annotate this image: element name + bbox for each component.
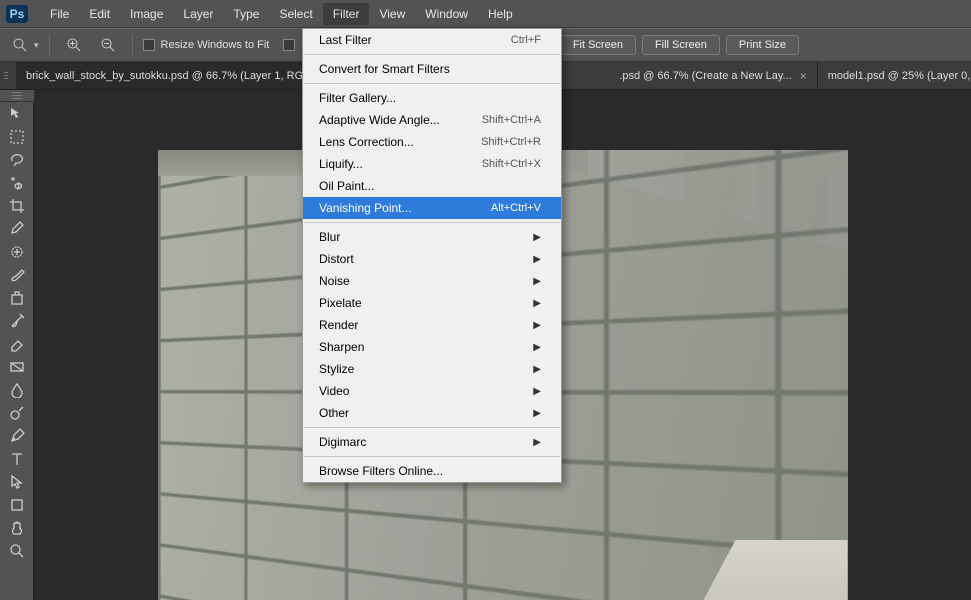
- app-logo: Ps: [6, 5, 28, 23]
- tab-title: model1.psd @ 25% (Layer 0, RGB/...: [828, 70, 971, 82]
- submenu-arrow-icon: ▶: [533, 298, 541, 309]
- menu-item-convert-for-smart-filters[interactable]: Convert for Smart Filters: [303, 58, 561, 80]
- tools-grip-icon: [0, 90, 34, 102]
- tool-dodge[interactable]: [3, 402, 31, 424]
- zoom-tool-indicator-icon: [6, 34, 34, 56]
- menu-edit[interactable]: Edit: [79, 3, 120, 25]
- menu-item-vanishing-point[interactable]: Vanishing Point...Alt+Ctrl+V: [303, 197, 561, 219]
- submenu-arrow-icon: ▶: [533, 320, 541, 331]
- menu-item-other[interactable]: Other▶: [303, 402, 561, 424]
- menu-layer[interactable]: Layer: [173, 3, 223, 25]
- menu-item-digimarc[interactable]: Digimarc▶: [303, 431, 561, 453]
- menu-separator: [304, 54, 560, 55]
- submenu-arrow-icon: ▶: [533, 276, 541, 287]
- menu-view[interactable]: View: [369, 3, 415, 25]
- menu-image[interactable]: Image: [120, 3, 173, 25]
- submenu-arrow-icon: ▶: [533, 364, 541, 375]
- tool-shape[interactable]: [3, 494, 31, 516]
- tools-panel: [0, 90, 34, 600]
- menu-separator: [304, 456, 560, 457]
- tool-clone[interactable]: [3, 287, 31, 309]
- submenu-arrow-icon: ▶: [533, 342, 541, 353]
- menu-item-distort[interactable]: Distort▶: [303, 248, 561, 270]
- menu-type[interactable]: Type: [223, 3, 269, 25]
- tool-brush[interactable]: [3, 264, 31, 286]
- menu-item-pixelate[interactable]: Pixelate▶: [303, 292, 561, 314]
- tab-grip-icon: [4, 62, 8, 89]
- menu-item-oil-paint[interactable]: Oil Paint...: [303, 175, 561, 197]
- tool-eyedropper[interactable]: [3, 218, 31, 240]
- menu-separator: [304, 222, 560, 223]
- tool-hand[interactable]: [3, 517, 31, 539]
- tool-gradient[interactable]: [3, 356, 31, 378]
- document-tab[interactable]: model1.psd @ 25% (Layer 0, RGB/...×: [818, 62, 971, 89]
- tool-type[interactable]: [3, 448, 31, 470]
- tool-lasso[interactable]: [3, 149, 31, 171]
- document-tab[interactable]: brick_wall_stock_by_sutokku.psd @ 66.7% …: [16, 62, 349, 89]
- menu-item-blur[interactable]: Blur▶: [303, 226, 561, 248]
- tool-move[interactable]: [3, 103, 31, 125]
- menu-item-noise[interactable]: Noise▶: [303, 270, 561, 292]
- menubar: Ps FileEditImageLayerTypeSelectFilterVie…: [0, 0, 971, 28]
- submenu-arrow-icon: ▶: [533, 232, 541, 243]
- menu-item-lens-correction[interactable]: Lens Correction...Shift+Ctrl+R: [303, 131, 561, 153]
- menu-separator: [304, 427, 560, 428]
- filter-menu-dropdown: Last FilterCtrl+F Convert for Smart Filte…: [302, 28, 562, 483]
- tool-eraser[interactable]: [3, 333, 31, 355]
- submenu-arrow-icon: ▶: [533, 386, 541, 397]
- print-size-button[interactable]: Print Size: [726, 35, 799, 55]
- menu-window[interactable]: Window: [415, 3, 478, 25]
- fill-screen-button[interactable]: Fill Screen: [642, 35, 720, 55]
- tool-quick-select[interactable]: [3, 172, 31, 194]
- menu-item-sharpen[interactable]: Sharpen▶: [303, 336, 561, 358]
- tool-marquee[interactable]: [3, 126, 31, 148]
- tool-crop[interactable]: [3, 195, 31, 217]
- tool-history-brush[interactable]: [3, 310, 31, 332]
- menu-select[interactable]: Select: [269, 3, 322, 25]
- menu-filter[interactable]: Filter: [323, 3, 370, 25]
- menu-separator: [304, 83, 560, 84]
- tab-title: brick_wall_stock_by_sutokku.psd @ 66.7% …: [26, 70, 323, 82]
- tool-path-select[interactable]: [3, 471, 31, 493]
- tool-blur[interactable]: [3, 379, 31, 401]
- menu-item-video[interactable]: Video▶: [303, 380, 561, 402]
- submenu-arrow-icon: ▶: [533, 408, 541, 419]
- menu-item-liquify[interactable]: Liquify...Shift+Ctrl+X: [303, 153, 561, 175]
- submenu-arrow-icon: ▶: [533, 437, 541, 448]
- menu-item-browse-filters-online[interactable]: Browse Filters Online...: [303, 460, 561, 482]
- tab-title: .psd @ 66.7% (Create a New Lay...: [619, 70, 791, 82]
- menu-item-stylize[interactable]: Stylize▶: [303, 358, 561, 380]
- resize-windows-checkbox[interactable]: Resize Windows to Fit: [143, 39, 270, 51]
- tool-zoom[interactable]: [3, 540, 31, 562]
- dropdown-arrow-icon[interactable]: ▾: [34, 40, 39, 51]
- close-icon[interactable]: ×: [800, 69, 807, 83]
- menu-file[interactable]: File: [40, 3, 79, 25]
- document-tab[interactable]: .psd @ 66.7% (Create a New Lay... ×: [609, 62, 817, 89]
- zoom-in-icon[interactable]: [60, 34, 88, 56]
- tool-pen[interactable]: [3, 425, 31, 447]
- menu-help[interactable]: Help: [478, 3, 523, 25]
- submenu-arrow-icon: ▶: [533, 254, 541, 265]
- zoom-out-icon[interactable]: [94, 34, 122, 56]
- menu-item-filter-gallery[interactable]: Filter Gallery...: [303, 87, 561, 109]
- menu-item-render[interactable]: Render▶: [303, 314, 561, 336]
- fit-screen-button[interactable]: Fit Screen: [560, 35, 636, 55]
- tool-healing[interactable]: [3, 241, 31, 263]
- menu-item-last-filter[interactable]: Last FilterCtrl+F: [303, 29, 561, 51]
- menu-item-adaptive-wide-angle[interactable]: Adaptive Wide Angle...Shift+Ctrl+A: [303, 109, 561, 131]
